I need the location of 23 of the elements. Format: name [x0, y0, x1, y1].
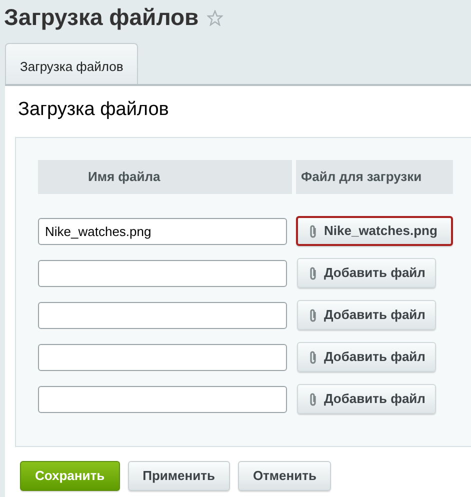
star-icon[interactable] [206, 10, 223, 26]
column-header: Файл для загрузки [296, 160, 453, 194]
paperclip-icon [308, 392, 318, 407]
paperclip-icon [308, 350, 318, 365]
file-button[interactable]: Добавить файл [297, 258, 436, 288]
file-button[interactable]: Nike_watches.png [296, 216, 453, 246]
file-name-field[interactable] [38, 260, 287, 287]
file-button[interactable]: Добавить файл [297, 342, 436, 372]
page-title: Загрузка файлов [4, 4, 199, 32]
file-name-field[interactable] [38, 302, 287, 329]
action-button[interactable]: Отменить [238, 461, 332, 492]
section-title: Загрузка файлов [18, 98, 170, 122]
action-button[interactable]: Применить [128, 461, 230, 492]
paperclip-icon [308, 224, 318, 239]
file-button[interactable]: Добавить файл [297, 384, 436, 414]
file-name-field[interactable] [38, 386, 287, 413]
paperclip-icon [308, 266, 318, 281]
tab[interactable]: Загрузка файлов [5, 42, 138, 84]
file-button[interactable]: Добавить файл [297, 300, 436, 330]
column-header: Имя файла [38, 160, 292, 194]
file-name-field[interactable] [38, 344, 287, 371]
paperclip-icon [308, 308, 318, 323]
file-name-field[interactable]: Nike_watches.png [38, 218, 287, 245]
